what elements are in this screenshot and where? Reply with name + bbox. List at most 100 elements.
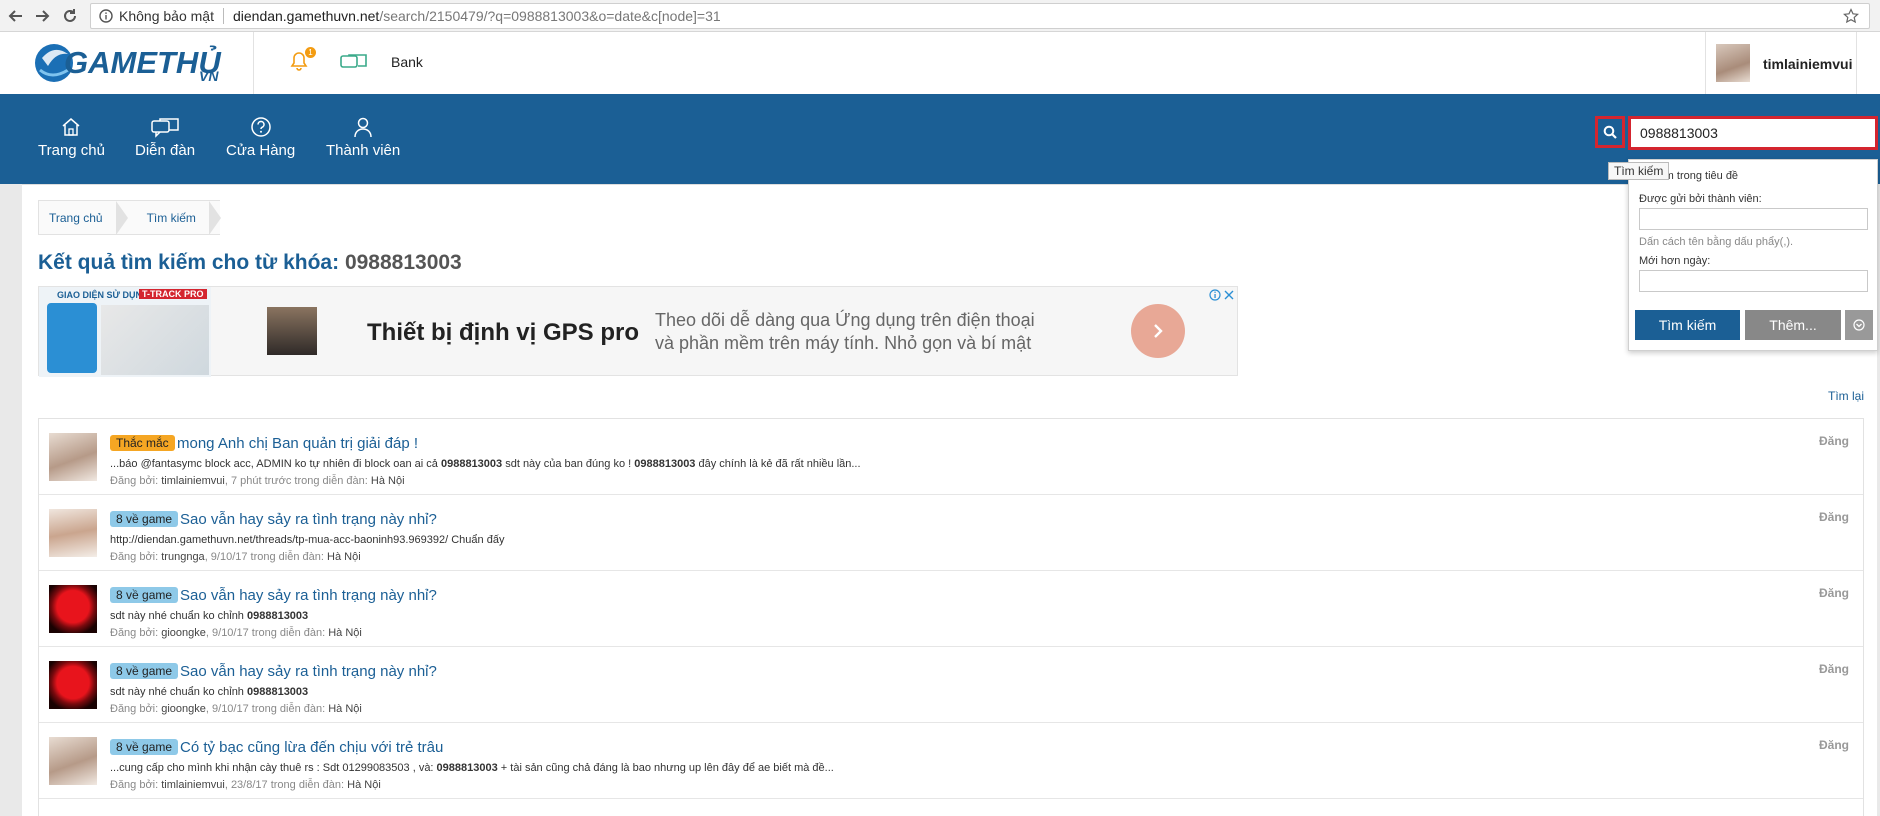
conversations-icon[interactable]: [340, 53, 368, 76]
forum-link[interactable]: Hà Nội: [328, 703, 362, 715]
snippet-highlight: 0988813003: [436, 762, 498, 774]
nav-store-label: Cửa Hàng: [226, 142, 296, 159]
avatar[interactable]: [49, 737, 97, 785]
avatar[interactable]: [49, 433, 97, 481]
result-meta: Đăng bởi: timlainiemvui, 7 phút trước tr…: [110, 475, 405, 487]
author-link[interactable]: trungnga: [161, 551, 204, 563]
nav-forums-label: Diễn đàn: [135, 142, 196, 159]
security-indicator[interactable]: Không bảo mật: [99, 8, 214, 24]
ad-tag-right: T-TRACK PRO: [139, 289, 207, 299]
list-item[interactable]: 8 về game Sao vẫn hay sảy ra tình trạng …: [39, 495, 1863, 571]
thread-prefix: 8 về game: [110, 587, 179, 603]
author-link[interactable]: gioongke: [161, 703, 206, 715]
thread-title[interactable]: mong Anh chị Ban quản trị giải đáp !: [177, 435, 418, 452]
list-item[interactable]: 8 về game Sao vẫn hay sảy ra tình trạng …: [39, 647, 1863, 723]
ad-choices-icon[interactable]: [1209, 289, 1235, 304]
thread-title[interactable]: Sao vẫn hay sảy ra tình trạng này nhỉ?: [180, 663, 437, 680]
meta-label: Đăng bởi:: [110, 551, 162, 563]
snippet-text: sdt này nhé chuẩn ko chỉnh: [110, 610, 247, 622]
snippet-text: đây chính là kẻ đã rất nhiều lần...: [695, 458, 861, 470]
url-path: /search/2150479/?q=0988813003&o=date&c[n…: [379, 8, 721, 24]
header-divider: [253, 32, 254, 94]
reload-icon[interactable]: [58, 4, 82, 28]
thread-prefix: Thắc mắc: [110, 435, 175, 451]
thread-prefix: 8 về game: [110, 739, 179, 755]
author-link[interactable]: timlainiemvui: [161, 779, 225, 791]
forum-link[interactable]: Hà Nội: [371, 475, 405, 487]
author-link[interactable]: gioongke: [161, 627, 206, 639]
result-snippet: sdt này nhé chuẩn ko chỉnh 0988813003: [110, 610, 308, 622]
nav-members[interactable]: Thành viên: [326, 116, 400, 159]
nav-store[interactable]: Cửa Hàng: [226, 116, 295, 159]
meta-text: , 9/10/17 trong diễn đàn:: [204, 551, 328, 563]
thread-title[interactable]: Sao vẫn hay sảy ra tình trạng này nhỉ?: [180, 511, 437, 528]
ad-go-button[interactable]: [1131, 304, 1185, 358]
breadcrumb-search[interactable]: Tìm kiếm: [127, 201, 222, 235]
meta-text: , 23/8/17 trong diễn đàn:: [224, 779, 348, 791]
nav-home[interactable]: Trang chủ: [38, 116, 105, 159]
search-again-link[interactable]: Tìm lại: [1828, 389, 1864, 403]
address-bar[interactable]: Không bảo mật diendan.gamethuvn.net/sear…: [90, 3, 1870, 29]
main-navbar: Trang chủ Diễn đàn Cửa Hàng Thành viên: [0, 94, 1880, 184]
main-content: Trang chủ Tìm kiếm Kết quả tìm kiếm cho …: [22, 184, 1877, 816]
ad-tag-left: GIAO DIỆN SỬ DỤNG: [57, 290, 149, 300]
chevron-right-icon: [1154, 324, 1163, 338]
avatar[interactable]: [49, 585, 97, 633]
snippet-text: + tài sản cũng chả đáng là bao nhưng up …: [497, 762, 834, 774]
author-link[interactable]: timlainiemvui: [161, 475, 225, 487]
bookmark-star-icon[interactable]: [1843, 8, 1859, 27]
snippet-text: sdt này của ban đúng ko !: [502, 458, 635, 470]
title-keyword: 0988813003: [344, 251, 462, 274]
ad-desc-line1: Theo dõi dễ dàng qua Ứng dụng trên điện …: [655, 310, 1035, 330]
username: timlainiemvui: [1763, 56, 1853, 72]
search-input[interactable]: [1628, 116, 1878, 150]
title-prefix: Kết quả tìm kiếm cho từ khóa:: [38, 251, 340, 274]
thread-prefix: 8 về game: [110, 511, 179, 527]
result-type-label: Đăng: [1819, 738, 1849, 752]
forum-link[interactable]: Hà Nội: [328, 627, 362, 639]
newer-than-label: Mới hơn ngày:: [1639, 255, 1711, 267]
notification-badge: 1: [305, 47, 316, 58]
back-arrow-icon[interactable]: [4, 4, 28, 28]
result-meta: Đăng bởi: trungnga, 9/10/17 trong diễn đ…: [110, 551, 361, 563]
nav-forums[interactable]: Diễn đàn: [135, 116, 195, 159]
meta-label: Đăng bởi:: [110, 627, 162, 639]
thread-title[interactable]: Có tỷ bạc cũng lừa đến chịu với trẻ trâu: [180, 739, 443, 756]
newer-than-input[interactable]: [1639, 270, 1868, 292]
meta-text: , 9/10/17 trong diễn đàn:: [205, 627, 329, 639]
site-logo[interactable]: GAMETHỦ VN: [32, 36, 232, 90]
avatar[interactable]: [49, 509, 97, 557]
forward-arrow-icon[interactable]: [30, 4, 54, 28]
snippet-highlight: 0988813003: [246, 686, 309, 698]
result-type-label: Đăng: [1819, 586, 1849, 600]
list-item[interactable]: 8 về game Có tỷ bạc cũng lừa đến chịu vớ…: [39, 723, 1863, 799]
search-dropdown: Chỉ tìm trong tiêu đề Được gửi bởi thành…: [1628, 159, 1878, 351]
posted-by-input[interactable]: [1639, 208, 1868, 230]
bank-link[interactable]: Bank: [391, 54, 423, 70]
thread-title[interactable]: Sao vẫn hay sảy ra tình trạng này nhỉ?: [180, 587, 437, 604]
site-header: GAMETHỦ VN 1 Bank timlainiemvui: [0, 32, 1880, 94]
search-submit-button[interactable]: Tìm kiếm: [1635, 310, 1740, 340]
result-snippet: ...cung cấp cho mình khi nhận cày thuê r…: [110, 762, 834, 774]
result-meta: Đăng bởi: timlainiemvui, 23/8/17 trong d…: [110, 779, 381, 791]
advertisement-banner[interactable]: GIAO DIỆN SỬ DỤNG T-TRACK PRO Thiết bị đ…: [38, 286, 1238, 377]
avatar[interactable]: [49, 661, 97, 709]
forum-link[interactable]: Hà Nội: [327, 551, 361, 563]
url-separator: [222, 8, 224, 24]
chevron-down-icon: [1853, 319, 1865, 331]
search-tooltip: Tìm kiếm: [1608, 162, 1670, 180]
ad-desc-line2: và phần mềm trên máy tính. Nhỏ gọn và bí…: [655, 333, 1032, 353]
snippet-highlight: 0988813003: [246, 610, 309, 622]
meta-label: Đăng bởi:: [110, 779, 162, 791]
user-menu[interactable]: timlainiemvui: [1705, 32, 1857, 94]
advanced-toggle-button[interactable]: [1845, 310, 1873, 340]
search-button[interactable]: [1595, 116, 1625, 148]
breadcrumb-home[interactable]: Trang chủ: [39, 201, 128, 235]
search-icon: [1603, 125, 1617, 139]
list-item[interactable]: Thắc mắc mong Anh chị Ban quản trị giải …: [39, 419, 1863, 495]
list-item[interactable]: 8 về game Sao vẫn hay sảy ra tình trạng …: [39, 571, 1863, 647]
forum-link[interactable]: Hà Nội: [347, 779, 381, 791]
more-options-button[interactable]: Thêm...: [1745, 310, 1841, 340]
separator-hint: Dấn cách tên bằng dấu phẩy(,).: [1639, 236, 1794, 248]
snippet-text: sdt này nhé chuẩn ko chỉnh: [110, 686, 247, 698]
